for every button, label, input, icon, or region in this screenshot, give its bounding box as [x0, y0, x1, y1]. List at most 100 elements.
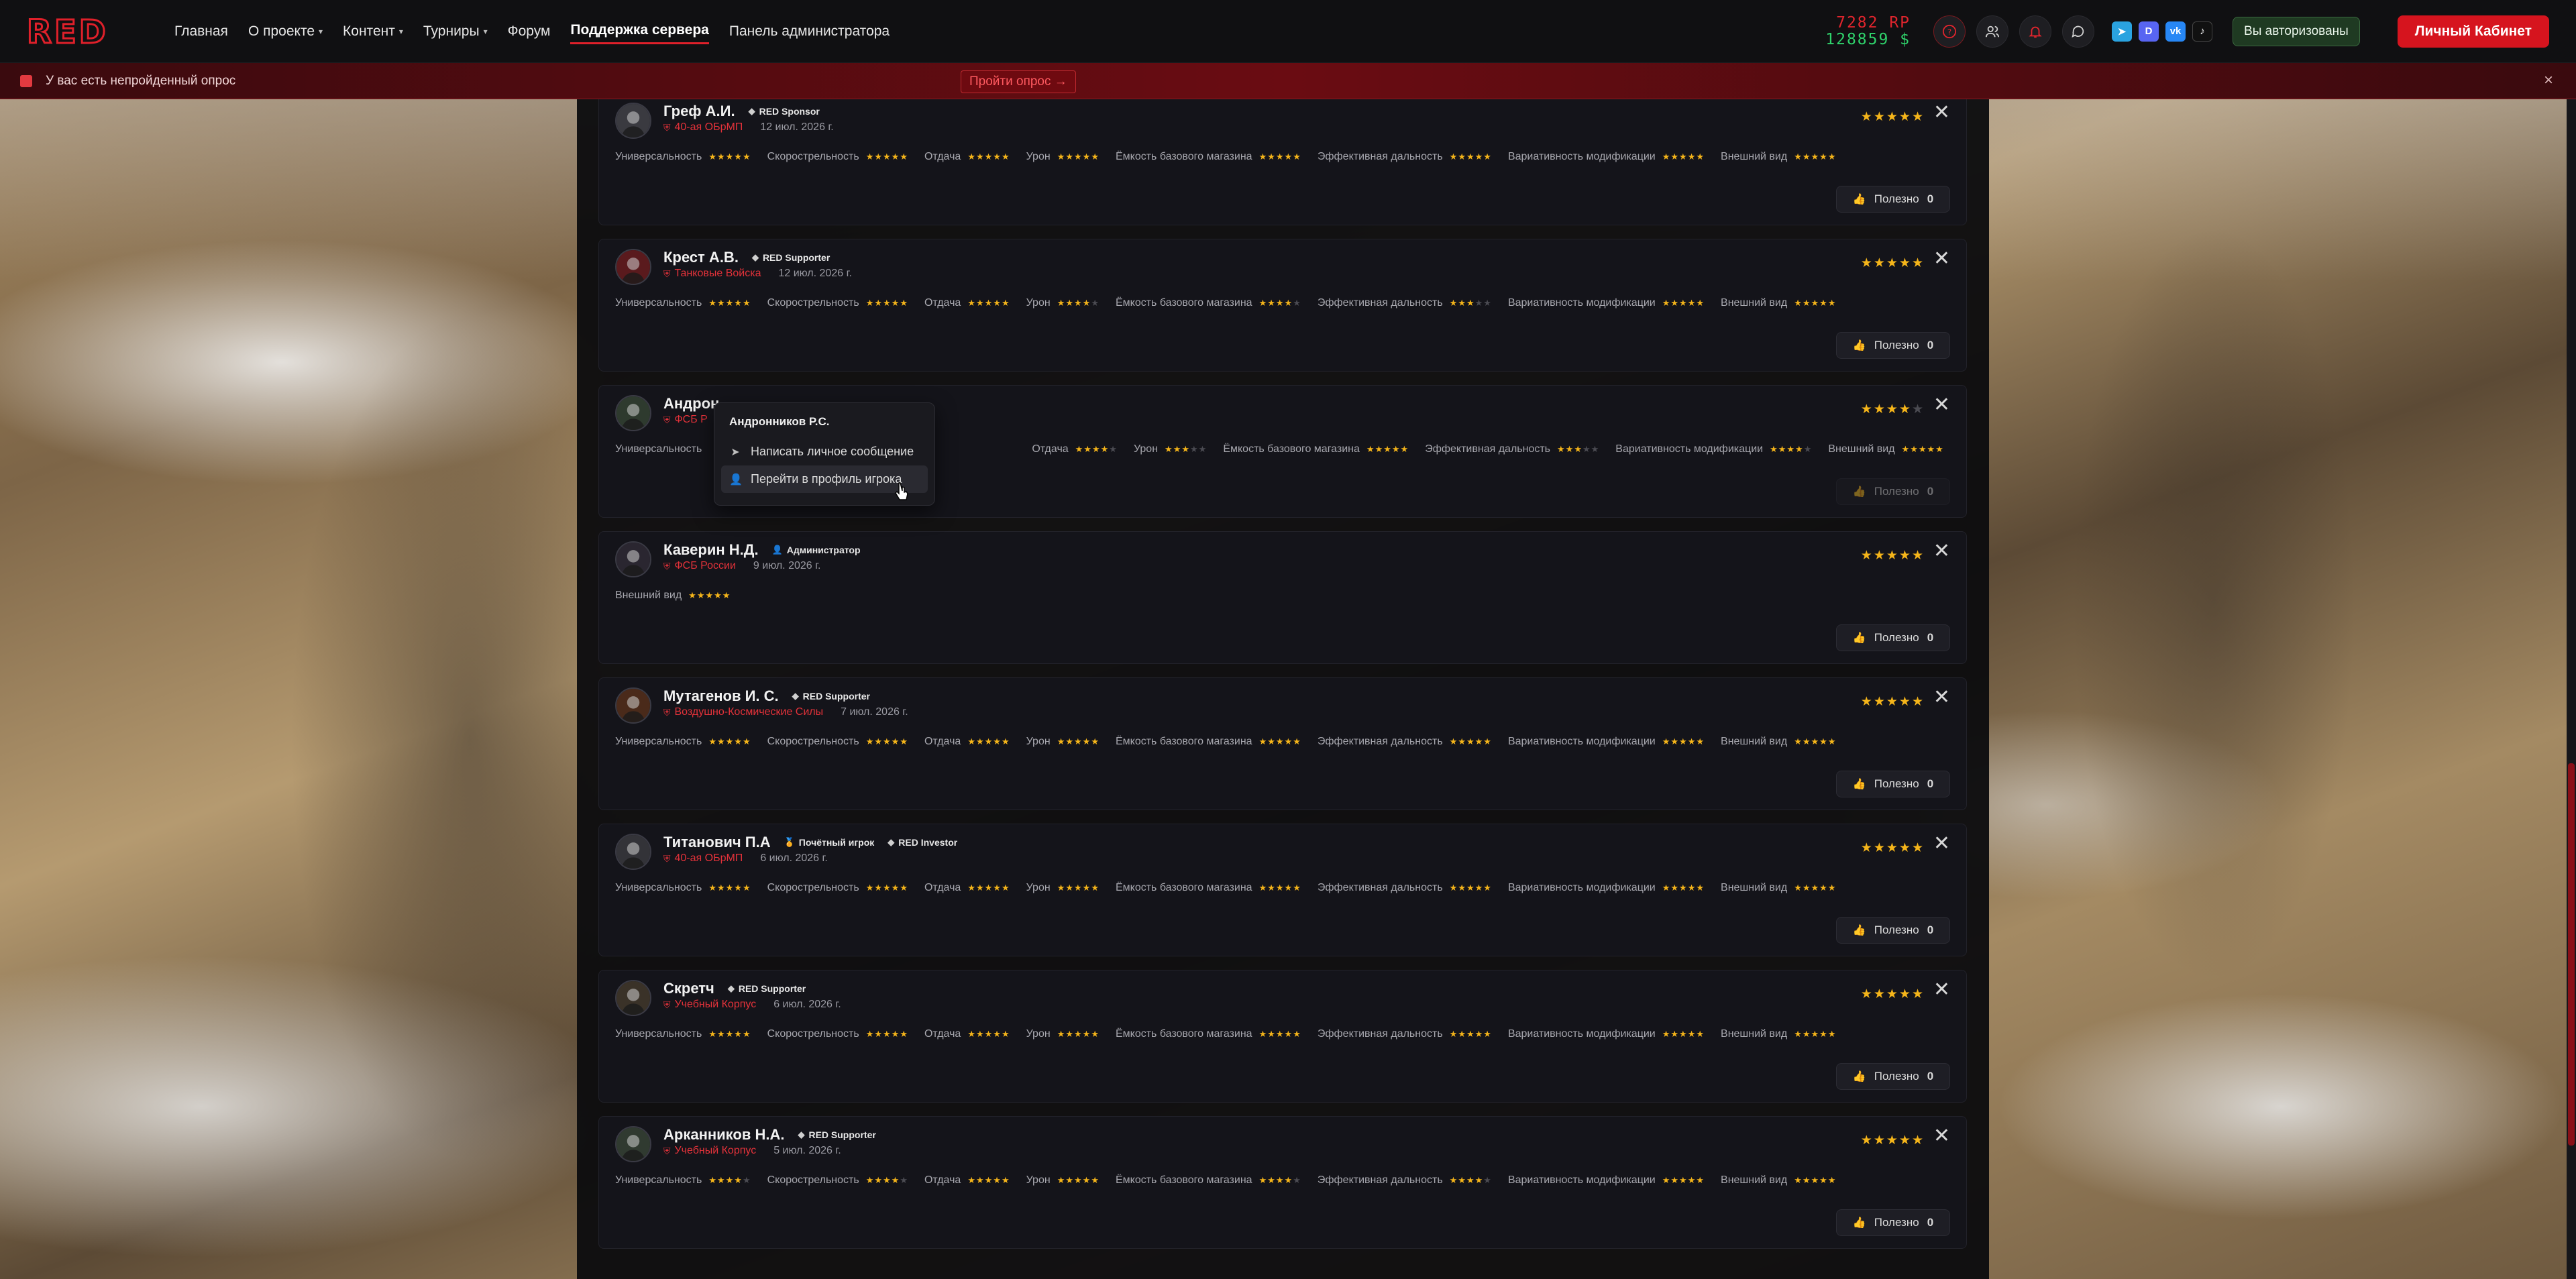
notifications-button[interactable]: [2019, 15, 2052, 48]
unit-link[interactable]: ⛨ Учебный Корпус: [663, 999, 756, 1011]
unit-link[interactable]: ⛨ 40-ая ОБрМП: [663, 852, 743, 865]
nav-item-3[interactable]: Турниры ▾: [423, 19, 488, 44]
delete-review-button[interactable]: ✕: [1933, 980, 1950, 1000]
tiktok-icon[interactable]: ♪: [2192, 21, 2213, 42]
unit-link[interactable]: ⛨ Воздушно-Космические Силы: [663, 706, 823, 718]
avatar[interactable]: [615, 103, 651, 139]
criterion-rate: Скорострельность ★★★★★: [767, 736, 908, 748]
top-navigation-bar: RED Главная О проекте ▾ Контент ▾ Турниры ▾ Фор…: [0, 0, 2576, 63]
send-message-menu-item[interactable]: ➤ Написать личное сообщение: [721, 438, 928, 465]
criterion-stars: ★★★★★: [708, 298, 751, 308]
useful-button[interactable]: 👍 Полезно 0: [1836, 917, 1950, 944]
overall-rating-stars: ★★★★★: [1860, 110, 1925, 124]
nav-item-4[interactable]: Форум: [508, 19, 551, 44]
nav-item-1[interactable]: О проекте ▾: [248, 19, 323, 44]
criterion-mag: Ёмкость базового магазина ★★★★★: [1116, 736, 1301, 748]
criterion-label: Универсальность: [615, 1028, 702, 1040]
criterion-stars: ★★★★★: [1449, 152, 1492, 162]
avatar[interactable]: [615, 687, 651, 724]
unit-label: Воздушно-Космические Силы: [674, 706, 824, 718]
avatar[interactable]: [615, 1126, 651, 1162]
delete-review-button[interactable]: ✕: [1933, 103, 1950, 123]
criterion-label: Ёмкость базового магазина: [1115, 882, 1252, 893]
reviewer-name[interactable]: Мутагенов И. С.: [663, 687, 779, 705]
reviewer-name[interactable]: Крест А.В.: [663, 249, 739, 266]
take-survey-link[interactable]: Пройти опрос →: [961, 70, 1076, 93]
nav-item-5[interactable]: Поддержка сервера: [570, 18, 709, 44]
review-card: Скретч ◆ RED Supporter ⛨ Учебный Корпус 6 июл…: [598, 970, 1967, 1103]
thumbs-up-icon: 👍: [1852, 340, 1866, 351]
discord-icon[interactable]: D: [2139, 21, 2159, 42]
avatar[interactable]: [615, 541, 651, 577]
avatar[interactable]: [615, 395, 651, 431]
delete-review-button[interactable]: ✕: [1933, 541, 1950, 561]
criterion-rate: Скорострельность ★★★★★: [767, 151, 908, 163]
thumbs-up-icon: 👍: [1852, 194, 1866, 205]
reviewer-name[interactable]: Скретч: [663, 980, 714, 997]
role-badge-label: RED Supporter: [808, 1129, 876, 1140]
reviewer-name[interactable]: Андрон: [663, 395, 719, 412]
criterion-stars: ★★★★★: [865, 1029, 908, 1039]
delete-review-button[interactable]: ✕: [1933, 687, 1950, 708]
criterion-label: Скорострельность: [767, 736, 859, 747]
criterion-universal: Универсальность ★★★★★: [615, 297, 751, 309]
unit-link[interactable]: ⛨ 40-ая ОБрМП: [663, 121, 743, 133]
red-logo[interactable]: RED: [27, 15, 141, 48]
criterion-damage: Урон ★★★★★: [1026, 882, 1099, 894]
scrollbar-thumb[interactable]: [2568, 763, 2575, 1146]
useful-button[interactable]: 👍 Полезно 0: [1836, 1063, 1950, 1090]
messages-button[interactable]: [2062, 15, 2095, 48]
useful-button[interactable]: 👍 Полезно 0: [1836, 771, 1950, 797]
useful-button[interactable]: 👍 Полезно 0: [1836, 186, 1950, 213]
unit-link[interactable]: ⛨ ФСБ России: [663, 560, 736, 572]
unit-link[interactable]: ⛨ Учебный Корпус: [663, 1145, 756, 1157]
review-card: Мутагенов И. С. ◆ RED Supporter ⛨ Воздушно-К…: [598, 677, 1967, 810]
criterion-label: Универсальность: [615, 443, 702, 455]
avatar[interactable]: [615, 834, 651, 870]
useful-button[interactable]: 👍 Полезно 0: [1836, 332, 1950, 359]
delete-review-button[interactable]: ✕: [1933, 834, 1950, 854]
reviewer-meta: ⛨ Учебный Корпус 5 июл. 2026 г.: [663, 1145, 841, 1157]
reviewer-name[interactable]: Греф А.И.: [663, 103, 735, 120]
delete-review-button[interactable]: ✕: [1933, 249, 1950, 269]
useful-button[interactable]: 👍 Полезно 0: [1836, 1209, 1950, 1236]
criterion-rate: Скорострельность ★★★★★: [767, 1028, 908, 1040]
criterion-label: Внешний вид: [1721, 1174, 1788, 1186]
personal-cabinet-button[interactable]: Личный Кабинет: [2397, 15, 2549, 48]
avatar[interactable]: [615, 249, 651, 285]
criterion-stars: ★★★★★: [865, 1175, 908, 1185]
vk-icon[interactable]: vk: [2165, 21, 2186, 42]
criterion-range: Эффективная дальность ★★★★★: [1425, 443, 1599, 455]
close-banner-button[interactable]: ×: [2544, 71, 2553, 90]
alert-icon: [20, 74, 32, 87]
criterion-damage: Урон ★★★★★: [1026, 736, 1099, 748]
useful-count: 0: [1927, 1216, 1934, 1229]
friends-button[interactable]: [1976, 15, 2009, 48]
role-badge-label: Почётный игрок: [798, 837, 875, 848]
delete-review-button[interactable]: ✕: [1933, 1126, 1950, 1146]
criterion-stars: ★★★★★: [1258, 1029, 1301, 1039]
help-button[interactable]: ?: [1933, 15, 1966, 48]
useful-button[interactable]: 👍 Полезно 0: [1836, 624, 1950, 651]
nav-item-0[interactable]: Главная: [174, 19, 228, 44]
criterion-universal: Универсальность ★★★★★: [615, 736, 751, 748]
reviewer-name[interactable]: Титанович П.А: [663, 834, 771, 851]
unit-link[interactable]: ⛨ Танковые Войска: [663, 268, 761, 280]
criterion-label: Внешний вид: [1828, 443, 1895, 455]
reviewer-name[interactable]: Каверин Н.Д.: [663, 541, 759, 559]
useful-button[interactable]: 👍 Полезно 0: [1836, 478, 1950, 505]
criterion-label: Эффективная дальность: [1425, 443, 1551, 455]
nav-item-2[interactable]: Контент ▾: [343, 19, 403, 44]
page-scrollbar[interactable]: [2567, 99, 2576, 1279]
review-date: 7 июл. 2026 г.: [841, 706, 908, 718]
delete-review-button[interactable]: ✕: [1933, 395, 1950, 415]
nav-item-6[interactable]: Панель администратора: [729, 19, 890, 44]
reviewer-name[interactable]: Арканников Н.А.: [663, 1126, 784, 1144]
auth-status-badge: Вы авторизованы: [2233, 16, 2360, 46]
criterion-mods: Вариативность модификации ★★★★★: [1508, 1174, 1705, 1186]
criterion-label: Вариативность модификации: [1507, 1174, 1656, 1186]
criterion-stars: ★★★★★: [967, 1029, 1010, 1039]
telegram-icon[interactable]: ➤: [2112, 21, 2133, 42]
avatar[interactable]: [615, 980, 651, 1016]
unit-link[interactable]: ⛨ ФСБ Р: [663, 414, 708, 426]
